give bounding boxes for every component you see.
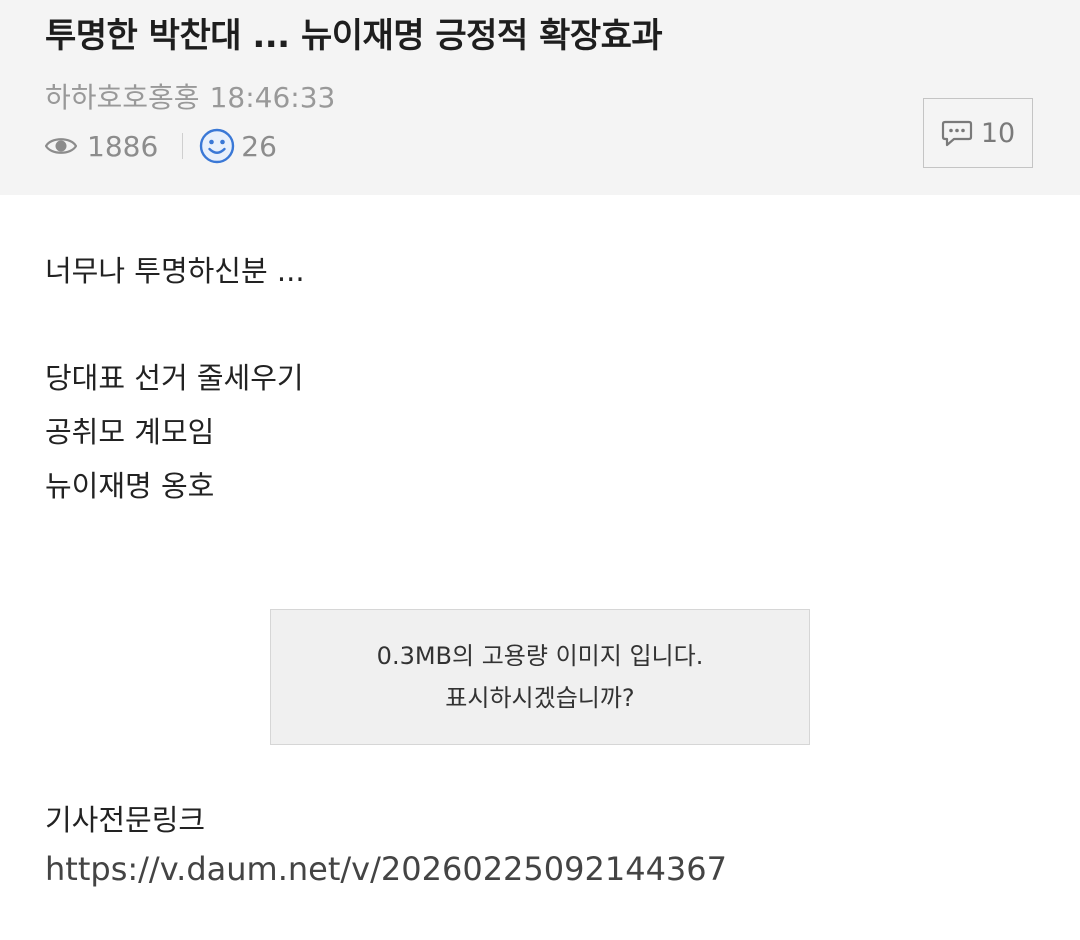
image-notice-size: 0.3MB의 고용량 이미지 입니다. <box>376 642 704 670</box>
image-notice-question: 표시하시겠습니까? <box>445 684 635 712</box>
post-time: 18:46:33 <box>209 81 336 114</box>
post-header: 투명한 박찬대 ... 뉴이재명 긍정적 확장효과 하하호호홍홍 18:46:33… <box>0 0 1080 195</box>
stats-divider <box>182 133 184 159</box>
post-title: 투명한 박찬대 ... 뉴이재명 긍정적 확장효과 <box>45 16 663 56</box>
eye-icon <box>45 138 77 154</box>
article-link[interactable]: https://v.daum.net/v/20260225092144367 <box>45 850 727 888</box>
comment-count: 10 <box>980 117 1016 149</box>
content-line: 너무나 투명하신분 ... <box>45 254 305 288</box>
view-count: 1886 <box>87 129 159 163</box>
like-count: 26 <box>241 129 277 163</box>
image-load-prompt[interactable]: 0.3MB의 고용량 이미지 입니다. 표시하시겠습니까? <box>270 609 810 745</box>
content-line: 뉴이재명 옹호 <box>45 469 215 503</box>
speech-bubble-icon <box>941 120 972 147</box>
content-line: 공취모 계모임 <box>45 415 215 449</box>
content-line: 당대표 선거 줄세우기 <box>45 361 304 395</box>
post-meta: 하하호호홍홍 18:46:33 <box>45 76 335 116</box>
post-stats: 1886 26 <box>45 126 277 166</box>
article-link-label: 기사전문링크 <box>45 803 206 837</box>
smiley-icon[interactable] <box>199 128 235 164</box>
comment-button[interactable]: 10 <box>923 98 1033 168</box>
author-name[interactable]: 하하호호홍홍 <box>45 81 200 114</box>
